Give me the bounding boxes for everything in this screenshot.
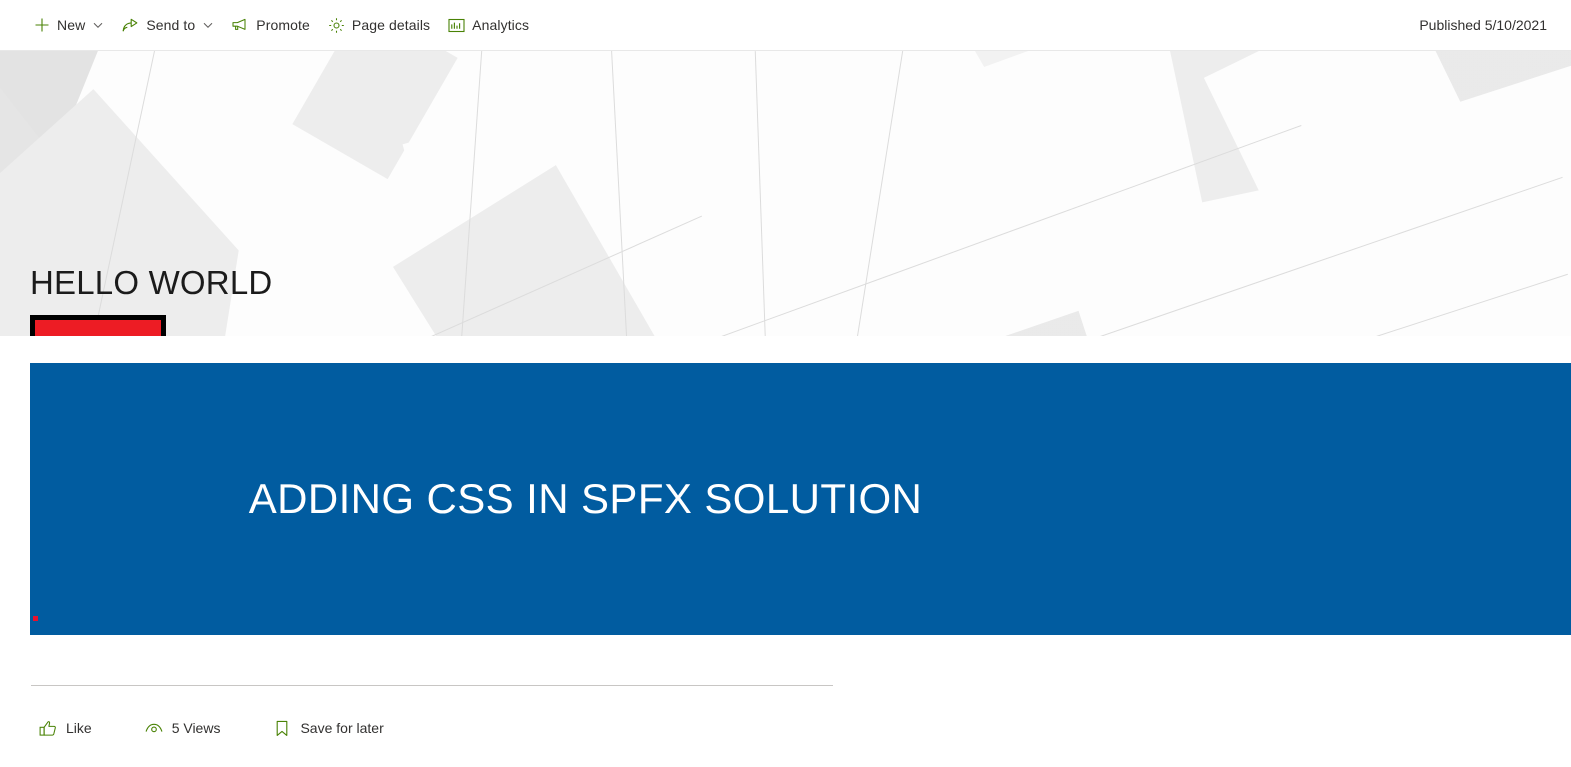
views-counter[interactable]: 5 Views <box>137 713 231 743</box>
publish-status: Published 5/10/2021 <box>1419 17 1547 33</box>
command-page-details-label: Page details <box>351 17 431 33</box>
command-analytics-label: Analytics <box>472 17 530 33</box>
blue-banner-heading: ADDING CSS IN SPFX SOLUTION <box>248 475 923 522</box>
command-promote-button[interactable]: Promote <box>223 5 319 45</box>
red-marker-dot <box>33 616 38 621</box>
like-label: Like <box>66 720 92 736</box>
command-send-to-button[interactable]: Send to <box>113 5 223 45</box>
megaphone-icon <box>232 17 249 34</box>
command-send-to-label: Send to <box>146 17 196 33</box>
like-button[interactable]: Like <box>31 713 102 743</box>
command-new-label: New <box>57 17 86 33</box>
command-bar-items: New Send to Promote Page details Analyti… <box>24 5 538 45</box>
command-promote-label: Promote <box>256 17 310 33</box>
thumbs-up-icon <box>39 719 57 737</box>
eye-icon <box>145 719 163 737</box>
page-footer: Like 5 Views Save for later <box>0 635 1571 743</box>
gear-icon <box>328 17 345 34</box>
footer-action-bar: Like 5 Views Save for later <box>31 686 1571 743</box>
plus-icon <box>33 17 50 34</box>
blue-webpart-banner[interactable]: ADDING CSS IN SPFX SOLUTION <box>30 363 1571 635</box>
views-label: 5 Views <box>171 720 221 736</box>
command-bar: New Send to Promote Page details Analyti… <box>0 0 1571 51</box>
command-analytics-button[interactable]: Analytics <box>439 5 538 45</box>
page-canvas: ADDING CSS IN SPFX SOLUTION Like 5 Views… <box>0 336 1571 743</box>
bookmark-icon <box>273 719 291 737</box>
page-title: HELLO WORLD <box>30 264 273 301</box>
hero-text-block: HELLO WORLD <box>30 263 272 336</box>
hero-banner[interactable]: HELLO WORLD <box>0 51 1571 336</box>
chevron-down-icon[interactable] <box>201 19 214 32</box>
bar-chart-icon <box>448 17 465 34</box>
chevron-down-icon[interactable] <box>91 19 104 32</box>
red-box-element <box>30 315 166 336</box>
command-new-button[interactable]: New <box>24 5 113 45</box>
share-icon <box>122 17 139 34</box>
command-page-details-button[interactable]: Page details <box>319 5 439 45</box>
save-for-later-label: Save for later <box>300 720 384 736</box>
save-for-later-button[interactable]: Save for later <box>265 713 393 743</box>
